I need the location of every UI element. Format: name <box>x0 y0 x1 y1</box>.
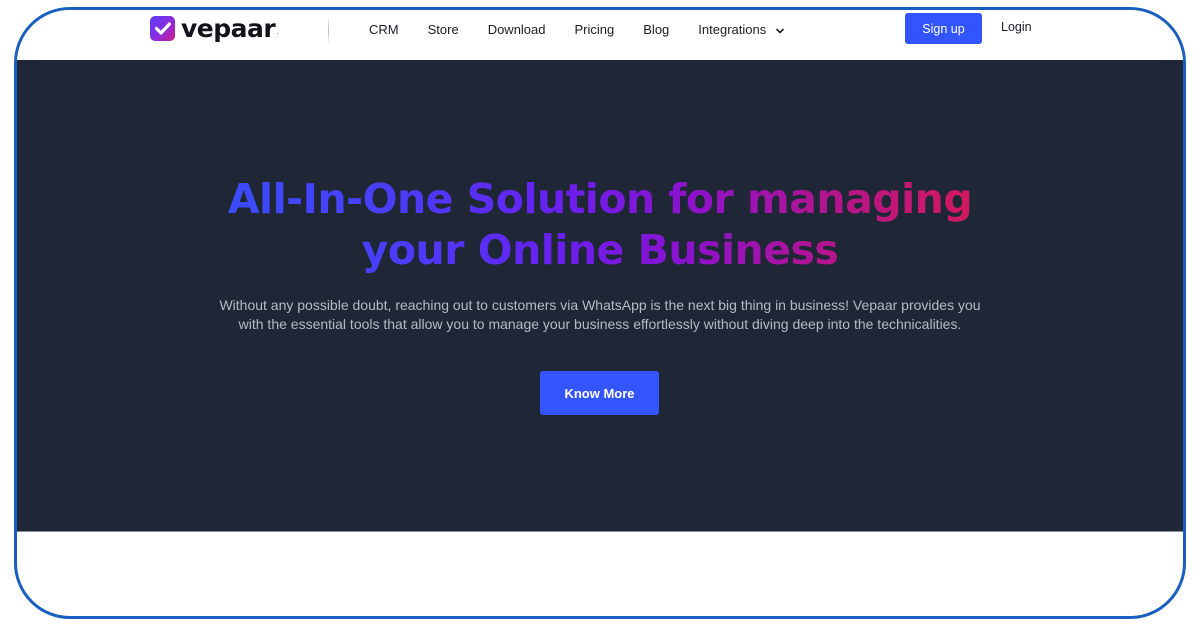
brand-dot: . <box>276 26 279 37</box>
hero-title: All-In-One Solution for managing your On… <box>220 174 980 276</box>
hero-section: All-In-One Solution for managing your On… <box>17 60 1183 532</box>
brand-name: vepaar <box>181 13 276 43</box>
nav-item-integrations-label: Integrations <box>698 21 767 37</box>
nav-item-crm[interactable]: CRM <box>369 22 399 37</box>
browser-frame: vepaar . CRM Store Download Pricing Blog… <box>14 7 1186 619</box>
header-divider <box>328 18 329 42</box>
login-link[interactable]: Login <box>1001 20 1032 34</box>
chevron-down-icon <box>775 24 785 34</box>
know-more-button[interactable]: Know More <box>540 371 659 415</box>
logo[interactable]: vepaar . <box>150 13 279 43</box>
nav-item-pricing[interactable]: Pricing <box>575 22 615 37</box>
nav-item-download[interactable]: Download <box>488 22 546 37</box>
site-header: vepaar . CRM Store Download Pricing Blog… <box>17 10 1183 61</box>
main-nav: CRM Store Download Pricing Blog Integrat… <box>369 18 814 40</box>
nav-item-blog[interactable]: Blog <box>643 22 669 37</box>
nav-item-integrations[interactable]: Integrations <box>698 22 785 37</box>
checkmark-square-icon <box>150 15 175 41</box>
sign-up-button[interactable]: Sign up <box>905 13 982 44</box>
hero-description: Without any possible doubt, reaching out… <box>219 297 981 332</box>
nav-item-store[interactable]: Store <box>428 22 459 37</box>
